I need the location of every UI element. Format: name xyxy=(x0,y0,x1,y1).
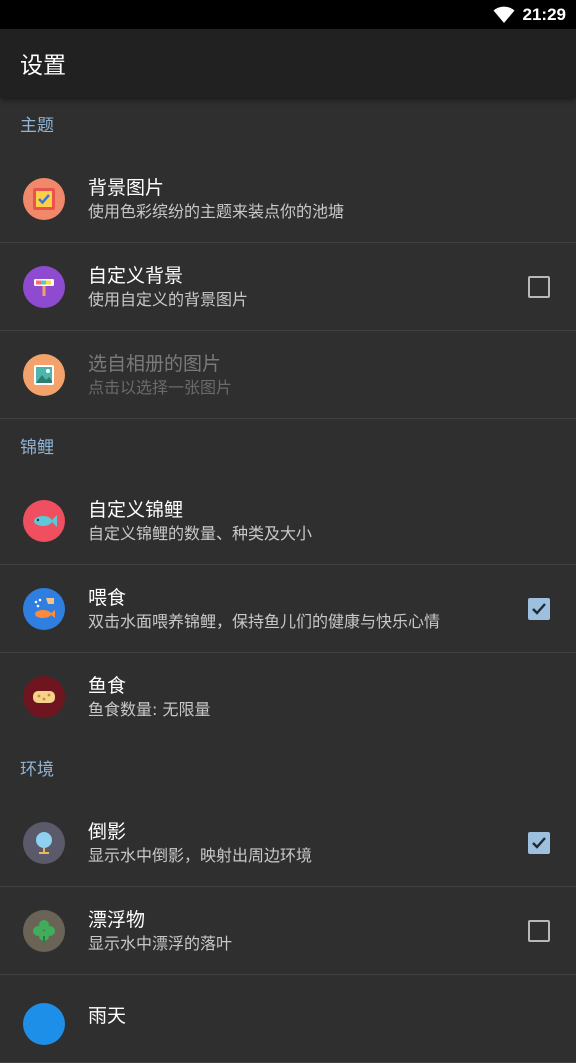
setting-subtitle: 鱼食数量: 无限量 xyxy=(88,700,211,719)
setting-subtitle: 双击水面喂养锦鲤，保持鱼儿们的健康与快乐心情 xyxy=(88,611,441,631)
setting-title: 雨天 xyxy=(88,1005,127,1027)
section-header-koi: 锦鲤 xyxy=(20,438,54,458)
custom-background-checkbox[interactable] xyxy=(528,275,550,298)
setting-subtitle: 自定义锦鲤的数量、种类及大小 xyxy=(88,523,313,543)
gallery-icon xyxy=(23,353,65,396)
setting-title: 自定义锦鲤 xyxy=(88,498,184,521)
setting-floating-objects[interactable]: 漂浮物 显示水中漂浮的落叶 xyxy=(0,887,576,975)
setting-fish-food[interactable]: 鱼食 鱼食数量: 无限量 xyxy=(0,653,576,741)
setting-subtitle: 使用自定义的背景图片 xyxy=(88,289,249,309)
setting-subtitle: 使用色彩缤纷的主题来装点你的池塘 xyxy=(88,201,345,221)
setting-title: 背景图片 xyxy=(88,176,165,199)
setting-album-image[interactable]: 选自相册的图片 点击以选择一张图片 xyxy=(0,331,576,419)
setting-custom-background[interactable]: 自定义背景 使用自定义的背景图片 xyxy=(0,243,576,331)
tree-mirror-icon xyxy=(23,821,65,864)
app-bar: 设置 xyxy=(0,29,576,97)
settings-list[interactable]: 主题 背景图片 使用色彩缤纷的主题来装点你的池塘 自定义背景 使用自定义的背景图… xyxy=(0,97,576,1063)
setting-rain[interactable]: 雨天 xyxy=(0,975,576,1063)
setting-title: 鱼食 xyxy=(88,675,127,697)
setting-title: 选自相册的图片 xyxy=(88,352,222,375)
floating-objects-checkbox[interactable] xyxy=(528,919,550,942)
checkmark-icon xyxy=(532,602,546,615)
food-sponge-icon xyxy=(23,676,65,718)
status-bar: 21:29 xyxy=(0,0,576,29)
section-header-environment: 环境 xyxy=(20,760,54,780)
setting-title: 自定义背景 xyxy=(88,264,184,287)
setting-feed[interactable]: 喂食 双击水面喂养锦鲤，保持鱼儿们的健康与快乐心情 xyxy=(0,565,576,653)
setting-subtitle: 显示水中倒影，映射出周边环境 xyxy=(88,845,313,865)
checkmark-icon xyxy=(532,836,546,849)
page-title: 设置 xyxy=(20,53,66,79)
reflection-checkbox[interactable] xyxy=(528,831,550,854)
setting-background-image[interactable]: 背景图片 使用色彩缤纷的主题来装点你的池塘 xyxy=(0,155,576,243)
paint-roller-icon xyxy=(23,265,65,308)
section-header-theme: 主题 xyxy=(20,116,54,136)
feeding-hand-icon xyxy=(23,587,65,630)
setting-subtitle: 显示水中漂浮的落叶 xyxy=(88,933,233,953)
status-time: 21:29 xyxy=(522,4,566,24)
setting-title: 倒影 xyxy=(88,820,127,843)
picture-frame-icon xyxy=(23,177,65,220)
rain-icon xyxy=(23,1003,65,1045)
feed-checkbox[interactable] xyxy=(528,597,550,620)
setting-subtitle: 点击以选择一张图片 xyxy=(88,377,233,397)
setting-custom-koi[interactable]: 自定义锦鲤 自定义锦鲤的数量、种类及大小 xyxy=(0,477,576,565)
setting-reflection[interactable]: 倒影 显示水中倒影，映射出周边环境 xyxy=(0,799,576,887)
wifi-icon xyxy=(493,6,515,24)
clover-leaf-icon xyxy=(23,909,65,952)
setting-title: 漂浮物 xyxy=(88,908,146,931)
fish-icon xyxy=(23,499,65,542)
setting-title: 喂食 xyxy=(88,586,127,609)
